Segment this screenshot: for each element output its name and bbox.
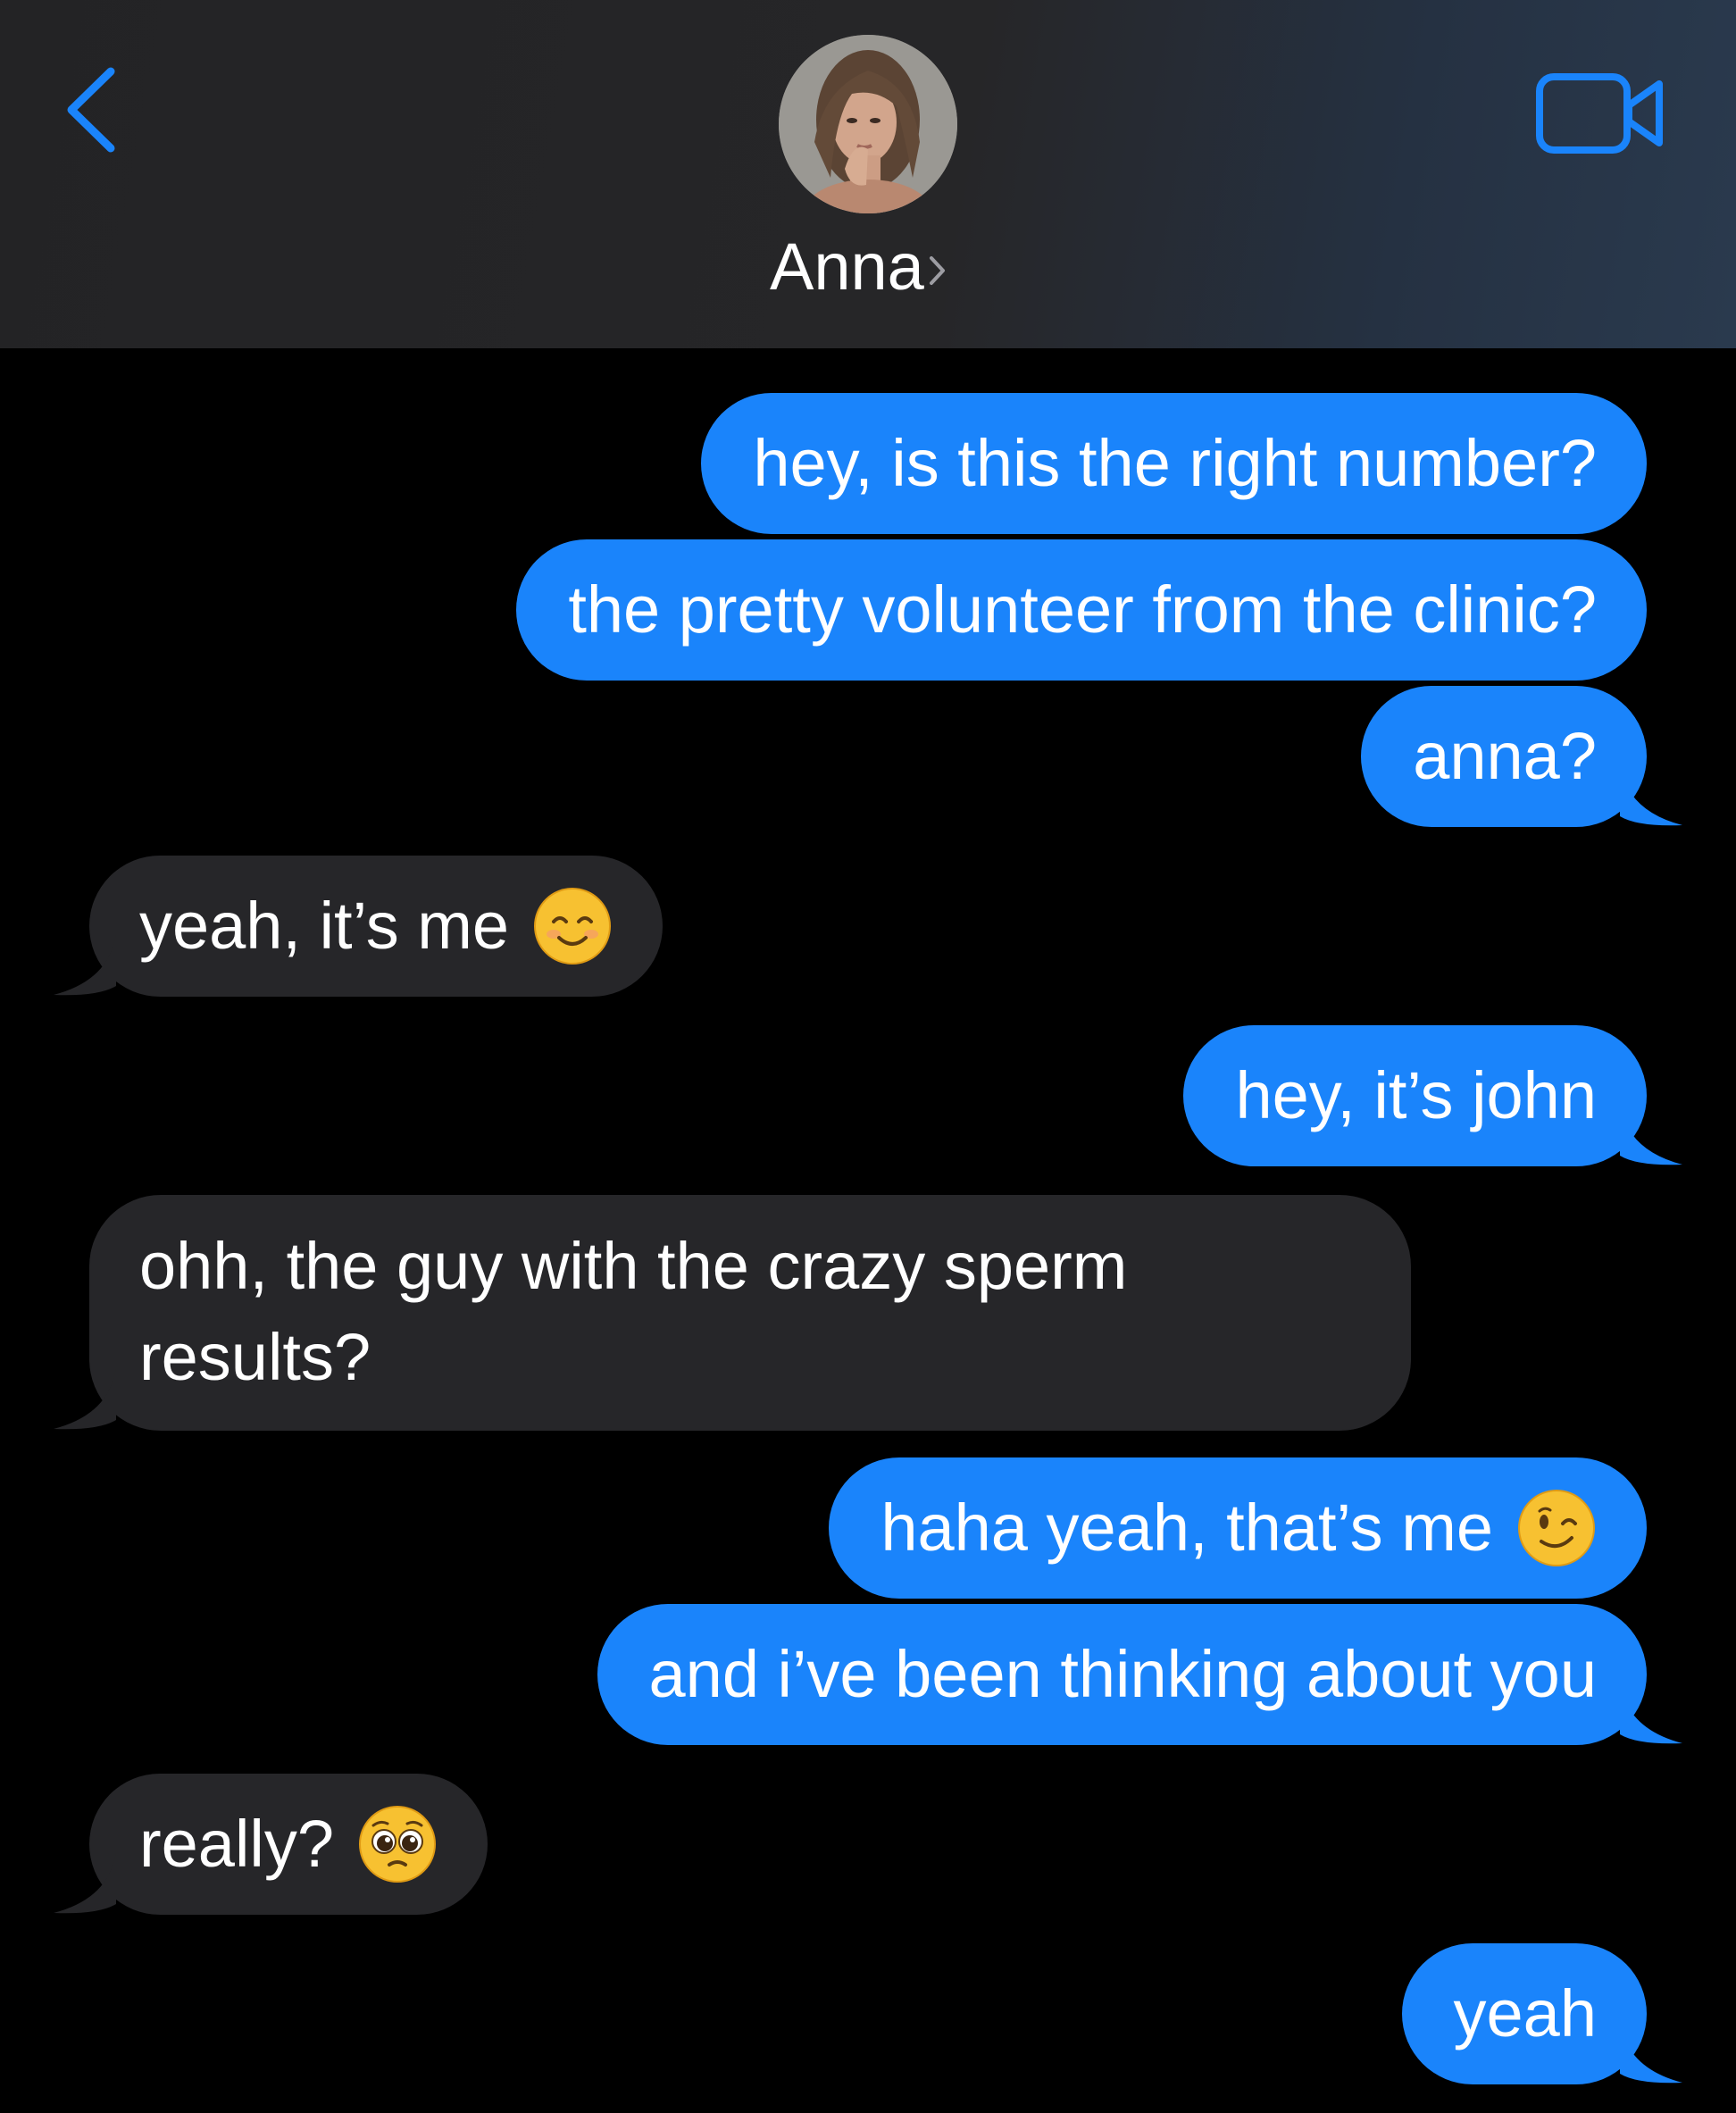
message-bubble-received[interactable]: really? bbox=[54, 1774, 488, 1915]
bubble-tail bbox=[54, 934, 116, 996]
winking-face-emoji bbox=[1518, 1490, 1595, 1566]
message-bubble-sent[interactable]: hey, is this the right number? bbox=[701, 393, 1647, 534]
bubble-tail bbox=[1620, 2022, 1682, 2084]
message-text: yeah bbox=[1453, 1976, 1597, 2050]
contact-name[interactable]: Anna bbox=[770, 226, 947, 306]
bubble-tail bbox=[1620, 1683, 1682, 1744]
bubble-tail bbox=[1620, 1104, 1682, 1165]
message-bubble-received[interactable]: yeah, it’s me bbox=[54, 856, 664, 997]
message-text: hey, is this the right number? bbox=[753, 426, 1597, 500]
message-text: ohh, the guy with the crazy sperm result… bbox=[139, 1221, 1127, 1403]
message-text: and i’ve been thinking about you bbox=[648, 1637, 1597, 1711]
message-bubble-sent[interactable]: yeah bbox=[1401, 1943, 1682, 2084]
message-bubble-sent[interactable]: the pretty volunteer from the clinic? bbox=[516, 539, 1647, 681]
message-text: anna? bbox=[1413, 719, 1597, 793]
message-bubble-sent[interactable]: haha yeah, that’s me bbox=[829, 1457, 1647, 1599]
bubble-tail bbox=[54, 1852, 116, 1914]
chevron-right-icon bbox=[929, 256, 945, 285]
message-bubble-sent[interactable]: and i’ve been thinking about you bbox=[597, 1604, 1682, 1745]
message-text: yeah, it’s me bbox=[139, 889, 510, 963]
bubble-tail bbox=[1620, 764, 1682, 826]
message-text: hey, it’s john bbox=[1235, 1058, 1597, 1132]
message-bubble-received[interactable]: ohh, the guy with the crazy sperm result… bbox=[54, 1195, 1411, 1431]
bubble-tail bbox=[54, 1368, 116, 1430]
message-line: ohh, the guy with the crazy sperm bbox=[139, 1229, 1128, 1303]
message-bubble-sent[interactable]: hey, it’s john bbox=[1183, 1025, 1682, 1166]
message-text: the pretty volunteer from the clinic? bbox=[568, 572, 1597, 647]
message-line: results? bbox=[139, 1320, 371, 1394]
message-text: really? bbox=[139, 1807, 334, 1881]
contact-photo bbox=[779, 35, 957, 213]
smiling-face-emoji bbox=[534, 888, 612, 965]
message-text: haha yeah, that’s me bbox=[881, 1491, 1493, 1565]
conversation-header: Anna bbox=[0, 0, 1736, 348]
contact-name-label: Anna bbox=[770, 229, 924, 304]
message-bubble-sent[interactable]: anna? bbox=[1361, 686, 1682, 827]
chevron-left-icon[interactable] bbox=[52, 61, 132, 159]
avatar[interactable] bbox=[779, 35, 957, 213]
video-camera-icon[interactable] bbox=[1534, 71, 1668, 161]
pleading-face-emoji bbox=[359, 1806, 436, 1883]
